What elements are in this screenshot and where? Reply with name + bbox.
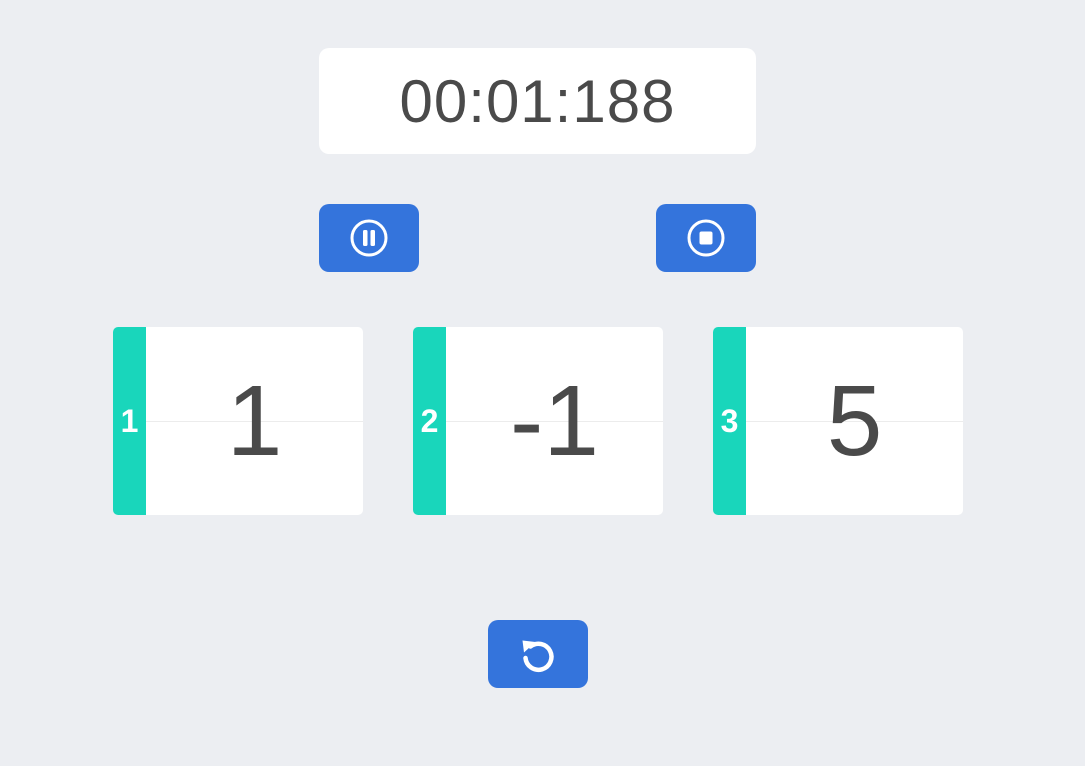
pause-circle-icon	[350, 219, 388, 257]
counter-card-2[interactable]: 2 -1	[413, 327, 663, 515]
app-stage: 00:01:188 1 1 2 -1 3 5	[0, 0, 1085, 766]
counter-value: 1	[226, 364, 283, 477]
stop-circle-icon	[687, 219, 725, 257]
counter-card-3[interactable]: 3 5	[713, 327, 963, 515]
counter-index-tab: 1	[113, 327, 146, 515]
counter-card-1[interactable]: 1 1	[113, 327, 363, 515]
timer-display: 00:01:188	[319, 48, 756, 154]
counter-value: -1	[510, 364, 599, 477]
counter-value: 5	[826, 364, 883, 477]
counter-index-tab: 3	[713, 327, 746, 515]
reset-icon	[522, 640, 554, 672]
reset-button[interactable]	[488, 620, 588, 688]
pause-button[interactable]	[319, 204, 419, 272]
stop-button[interactable]	[656, 204, 756, 272]
counter-index-tab: 2	[413, 327, 446, 515]
